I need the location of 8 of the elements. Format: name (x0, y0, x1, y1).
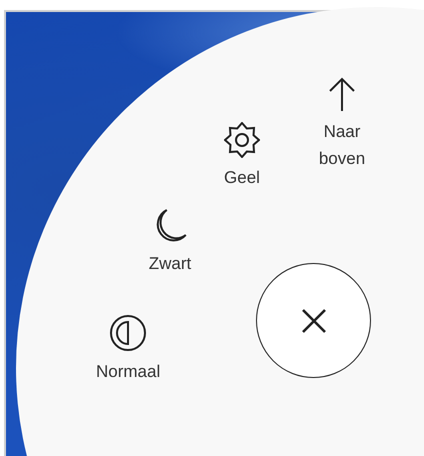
menu-item[interactable]: Zwart (148, 208, 192, 277)
arrow-up-icon (327, 76, 357, 112)
contrast-icon (109, 314, 147, 352)
close-icon (300, 308, 326, 334)
menu-item[interactable]: Geel (224, 122, 260, 191)
sun-icon (224, 122, 260, 158)
menu-item[interactable]: Normaal (96, 314, 160, 385)
menu-item[interactable]: Naar boven (310, 76, 374, 172)
